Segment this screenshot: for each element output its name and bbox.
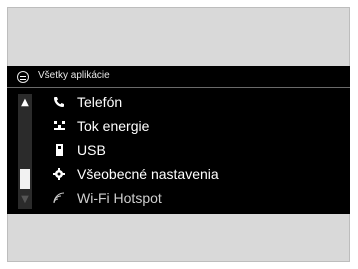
scroll-thumb[interactable] bbox=[20, 169, 30, 189]
menu-item-label: USB bbox=[77, 142, 106, 158]
scrollbar[interactable]: ▲ ▼ bbox=[18, 94, 32, 209]
menu-item-general-settings[interactable]: Všeobecné nastavenia bbox=[52, 163, 342, 185]
menu-item-label: Všeobecné nastavenia bbox=[77, 166, 219, 182]
scroll-up-icon[interactable]: ▲ bbox=[18, 96, 32, 110]
apps-icon[interactable] bbox=[17, 71, 29, 83]
menu-item-wifi-hotspot[interactable]: Wi-Fi Hotspot bbox=[52, 187, 342, 209]
usb-icon bbox=[52, 143, 66, 157]
energy-flow-icon bbox=[52, 119, 66, 133]
menu-item-phone[interactable]: Telefón bbox=[52, 91, 342, 113]
menu-item-usb[interactable]: USB bbox=[52, 139, 342, 161]
scroll-down-icon[interactable]: ▼ bbox=[18, 193, 32, 207]
menu-item-energy-flow[interactable]: Tok energie bbox=[52, 115, 342, 137]
screen-header: Všetky aplikácie bbox=[7, 66, 350, 88]
menu-item-label: Telefón bbox=[77, 94, 123, 110]
menu-item-label: Tok energie bbox=[77, 118, 150, 134]
menu-item-label: Wi-Fi Hotspot bbox=[77, 190, 162, 206]
phone-icon bbox=[52, 95, 66, 109]
wifi-icon bbox=[52, 191, 66, 205]
header-divider bbox=[7, 87, 350, 88]
infotainment-screen: Všetky aplikácie ▲ ▼ Telefón Tok energie… bbox=[7, 66, 350, 214]
gear-icon bbox=[52, 167, 66, 181]
page-title: Všetky aplikácie bbox=[38, 70, 110, 81]
